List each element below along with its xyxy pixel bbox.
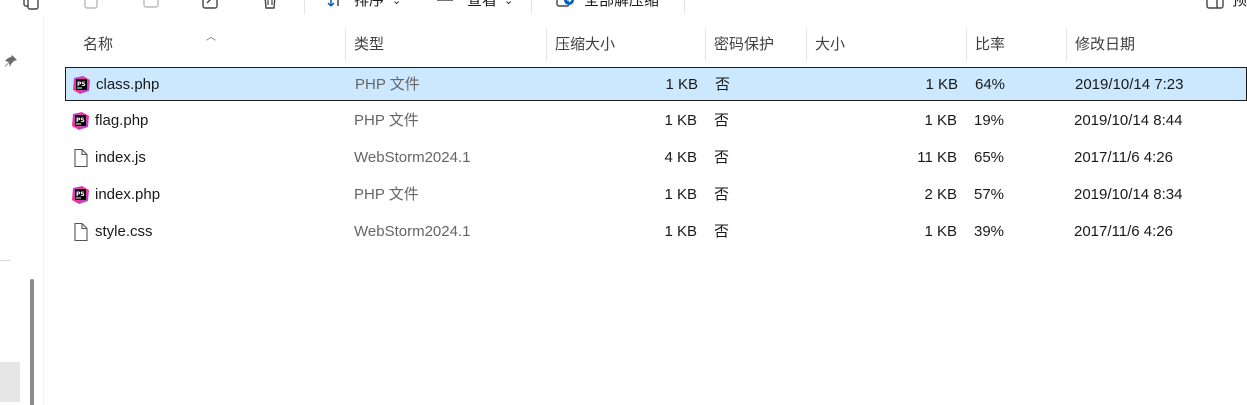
blank-file-icon <box>71 222 90 242</box>
file-size: 2 KB <box>924 186 957 203</box>
file-password-protected: 否 <box>714 186 730 203</box>
chevron-down-icon: ⌄ <box>504 0 514 7</box>
file-name: index.php <box>95 186 161 203</box>
details-button[interactable]: 预 <box>1232 0 1247 10</box>
extract-all-button[interactable]: 全部解压缩 <box>584 0 659 10</box>
column-header-compressed-size[interactable]: 压缩大小 <box>547 28 706 61</box>
view-icon <box>436 0 454 10</box>
file-modified-date: 2017/11/6 4:26 <box>1074 149 1173 166</box>
phpstorm-icon: PS <box>71 111 90 131</box>
file-row-flag-php[interactable]: PS flag.php PHP 文件 1 KB 否 1 KB 19% 2019/… <box>65 104 1247 138</box>
file-name: class.php <box>96 76 160 93</box>
extract-icon <box>556 0 574 10</box>
column-header-type[interactable]: 类型 <box>346 28 547 61</box>
sort-button[interactable]: 排序 <box>354 0 384 10</box>
file-ratio: 65% <box>974 149 1005 166</box>
delete-icon[interactable] <box>261 0 279 10</box>
phpstorm-icon: PS <box>71 185 90 205</box>
nav-selected-item[interactable] <box>0 362 20 402</box>
file-type: PHP 文件 <box>355 76 420 93</box>
file-ratio: 57% <box>974 186 1005 203</box>
more-options-button[interactable]: ··· <box>703 0 726 9</box>
file-row-style-css[interactable]: style.css WebStorm2024.1 1 KB 否 1 KB 39%… <box>65 215 1247 249</box>
file-ratio: 64% <box>975 76 1006 93</box>
file-size: 1 KB <box>925 76 958 93</box>
file-password-protected: 否 <box>714 149 730 166</box>
toolbar-divider <box>531 0 532 14</box>
chevron-down-icon: ⌄ <box>392 0 402 7</box>
file-type: WebStorm2024.1 <box>354 223 471 240</box>
pin-icon[interactable] <box>4 54 18 68</box>
file-compressed-size: 1 KB <box>664 112 697 129</box>
file-name: style.css <box>95 223 153 240</box>
file-row-index-js[interactable]: index.js WebStorm2024.1 4 KB 否 11 KB 65%… <box>65 141 1247 175</box>
svg-text:PS: PS <box>76 117 85 124</box>
column-header-modified[interactable]: 修改日期 <box>1067 28 1247 61</box>
file-password-protected: 否 <box>714 112 730 129</box>
sort-ascending-icon: ︿ <box>206 32 216 43</box>
nav-divider <box>0 260 10 261</box>
copy-icon[interactable] <box>22 0 40 10</box>
nav-scrollbar[interactable] <box>30 279 34 405</box>
file-size: 1 KB <box>924 112 957 129</box>
file-size: 11 KB <box>917 149 957 166</box>
file-row-index-php[interactable]: PS index.php PHP 文件 1 KB 否 2 KB 57% 2019… <box>65 178 1247 212</box>
file-compressed-size: 1 KB <box>664 186 697 203</box>
details-pane-icon[interactable] <box>1206 0 1224 10</box>
column-header-ratio[interactable]: 比率 <box>967 28 1067 61</box>
sort-icon <box>326 0 344 10</box>
file-row-class-php[interactable]: PS class.php PHP 文件 1 KB 否 1 KB 64% 2019… <box>65 67 1247 101</box>
file-name: flag.php <box>95 112 149 129</box>
file-type: PHP 文件 <box>354 186 419 203</box>
blank-file-icon <box>71 148 90 168</box>
file-compressed-size: 1 KB <box>664 223 697 240</box>
file-type: WebStorm2024.1 <box>354 149 471 166</box>
phpstorm-icon: PS <box>72 75 91 95</box>
svg-text:PS: PS <box>76 191 85 198</box>
file-name: index.js <box>95 149 146 166</box>
rename-icon[interactable] <box>142 0 160 10</box>
column-header-size[interactable]: 大小 <box>807 28 967 61</box>
paste-icon[interactable] <box>82 0 100 10</box>
view-button[interactable]: 查看 <box>467 0 497 10</box>
file-modified-date: 2019/10/14 7:23 <box>1075 76 1184 93</box>
file-modified-date: 2017/11/6 4:26 <box>1074 223 1173 240</box>
share-icon[interactable] <box>201 0 219 10</box>
column-header-password[interactable]: 密码保护 <box>706 28 807 61</box>
file-ratio: 39% <box>974 223 1005 240</box>
file-password-protected: 否 <box>714 223 730 240</box>
toolbar-divider <box>304 0 305 14</box>
file-password-protected: 否 <box>715 76 731 93</box>
file-type: PHP 文件 <box>354 112 419 129</box>
file-size: 1 KB <box>924 223 957 240</box>
toolbar: 排序 ⌄ 查看 ⌄ 全部解压缩 ··· 预 <box>0 0 1247 14</box>
toolbar-divider <box>684 0 685 14</box>
file-compressed-size: 4 KB <box>664 149 697 166</box>
file-modified-date: 2019/10/14 8:34 <box>1074 186 1183 203</box>
navigation-pane <box>0 14 44 405</box>
file-compressed-size: 1 KB <box>665 76 698 93</box>
file-modified-date: 2019/10/14 8:44 <box>1074 112 1183 129</box>
svg-text:PS: PS <box>77 81 86 88</box>
column-header-row: 名称 ︿ 类型 压缩大小 密码保护 大小 比率 修改日期 <box>65 28 1247 61</box>
file-ratio: 19% <box>974 112 1005 129</box>
